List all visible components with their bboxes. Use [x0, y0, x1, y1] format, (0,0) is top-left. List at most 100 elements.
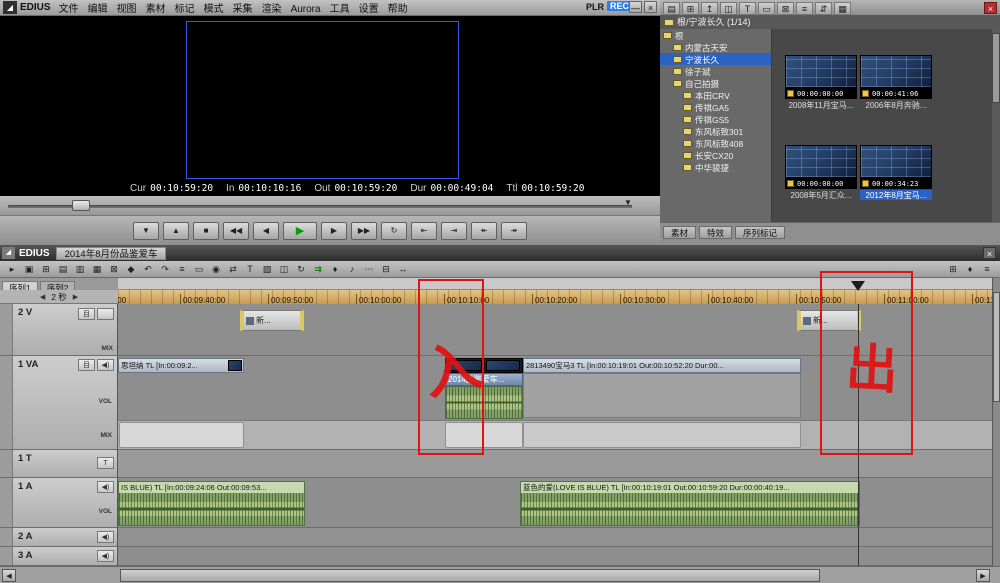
audio-enable-button[interactable]: ◀): [97, 531, 114, 543]
audio-enable-button[interactable]: ◀): [97, 359, 114, 371]
track-option-button[interactable]: [97, 308, 114, 320]
audio-enable-button[interactable]: ◀): [97, 550, 114, 562]
bin-tab[interactable]: 素材: [663, 226, 696, 239]
toolbar-icon[interactable]: ↔: [395, 263, 411, 276]
toolbar-icon[interactable]: ▦: [89, 263, 105, 276]
toolbar-icon[interactable]: ↥: [701, 2, 718, 15]
menu-item[interactable]: 采集: [233, 0, 253, 15]
menu-item[interactable]: 标记: [175, 0, 195, 15]
track-grip[interactable]: [0, 547, 13, 565]
bin-tab[interactable]: 特效: [699, 226, 732, 239]
track-header-1a[interactable]: 1 A ◀) VOL: [0, 478, 118, 528]
toolbar-icon[interactable]: ▦: [834, 2, 851, 15]
toolbar-icon[interactable]: ≡: [979, 263, 995, 276]
track-header-3a[interactable]: 3 A ◀): [0, 547, 118, 566]
zoom-out-button[interactable]: ◀: [40, 293, 45, 301]
toolbar-icon[interactable]: ↶: [140, 263, 156, 276]
toolbar-icon[interactable]: ⇵: [815, 2, 832, 15]
goto-out-button[interactable]: ⇥: [441, 222, 467, 240]
toolbar-icon[interactable]: ▭: [758, 2, 775, 15]
timeline-hscrollbar[interactable]: ◀ ▶: [0, 566, 1000, 583]
menu-item[interactable]: 设置: [359, 0, 379, 15]
track-header-2v[interactable]: 2 V 目 MIX: [0, 304, 118, 356]
rewind-button[interactable]: ◀◀: [223, 222, 249, 240]
step-forward-button[interactable]: ▶: [321, 222, 347, 240]
video-clip-body[interactable]: [523, 373, 801, 418]
toolbar-icon[interactable]: ⋯: [361, 263, 377, 276]
mark-out-button[interactable]: ▲: [163, 222, 189, 240]
toolbar-icon[interactable]: ⇄: [225, 263, 241, 276]
toolbar-icon[interactable]: ◫: [720, 2, 737, 15]
menu-item[interactable]: 编辑: [88, 0, 108, 15]
zoom-in-button[interactable]: ▶: [73, 293, 78, 301]
video-clip[interactable]: 思坦纳 TL [In:00:09:2...: [118, 358, 244, 373]
scrollbar-thumb[interactable]: [993, 292, 1000, 402]
toolbar-icon[interactable]: ▸: [4, 263, 20, 276]
plr-button[interactable]: PLR: [586, 2, 604, 12]
2008年5月汇众...[interactable]: 00:00:00:00 2008年5月汇众...: [785, 145, 857, 200]
prev-edit-button[interactable]: ↞: [471, 222, 497, 240]
bin-scrollbar[interactable]: [992, 29, 1000, 222]
tree-item[interactable]: 徐子斌: [660, 65, 771, 77]
tree-item[interactable]: 内蒙古天安: [660, 41, 771, 53]
2012年8月宝马...[interactable]: 00:00:34:23 2012年8月宝马...: [860, 145, 932, 200]
menu-item[interactable]: 渲染: [262, 0, 282, 15]
mixer-band[interactable]: [119, 422, 244, 448]
mark-in-button[interactable]: ▼: [133, 222, 159, 240]
close-button[interactable]: ×: [984, 2, 997, 14]
seek-handle[interactable]: [72, 200, 90, 211]
title-clip[interactable]: 新...: [240, 310, 304, 331]
video-enable-button[interactable]: 目: [78, 308, 95, 320]
2006年8月奔驰...[interactable]: 00:00:41:06 2006年8月奔驰...: [860, 55, 932, 110]
step-back-button[interactable]: ◀: [253, 222, 279, 240]
tree-item[interactable]: 自己拍摄: [660, 77, 771, 89]
timeline-vscrollbar[interactable]: [992, 278, 1000, 566]
toolbar-icon[interactable]: ⊞: [945, 263, 961, 276]
track-grip[interactable]: [0, 478, 13, 527]
audio-clip[interactable]: IS BLUE) TL [In:00:09:24:06 Out:00:09:53…: [118, 481, 305, 526]
seek-bar[interactable]: ▼: [0, 196, 660, 216]
goto-in-button[interactable]: ⇤: [411, 222, 437, 240]
scroll-right-button[interactable]: ▶: [976, 569, 990, 582]
tree-item[interactable]: 传祺GS5: [660, 113, 771, 125]
toolbar-icon[interactable]: ♪: [344, 263, 360, 276]
toolbar-icon[interactable]: ⊞: [682, 2, 699, 15]
close-button[interactable]: ×: [644, 1, 657, 13]
minimize-button[interactable]: —: [629, 1, 642, 13]
loop-button[interactable]: ↻: [381, 222, 407, 240]
mixer-band[interactable]: [523, 422, 801, 448]
track-header-1t[interactable]: 1 T T: [0, 450, 118, 478]
track-lane-2a[interactable]: [118, 528, 992, 547]
toolbar-icon[interactable]: ≡: [796, 2, 813, 15]
title-track-button[interactable]: T: [97, 457, 114, 469]
toolbar-icon[interactable]: T: [739, 2, 756, 15]
fast-forward-button[interactable]: ▶▶: [351, 222, 377, 240]
toolbar-icon[interactable]: ≡: [174, 263, 190, 276]
tree-item[interactable]: 传祺GA5: [660, 101, 771, 113]
menu-item[interactable]: 视图: [117, 0, 137, 15]
tree-item[interactable]: 长安CX20: [660, 149, 771, 161]
scroll-left-button[interactable]: ◀: [2, 569, 16, 582]
toolbar-icon[interactable]: ◉: [208, 263, 224, 276]
track-lane-3a[interactable]: [118, 547, 992, 566]
toolbar-icon[interactable]: ↷: [157, 263, 173, 276]
scrollbar-thumb[interactable]: [992, 33, 1000, 103]
toolbar-icon[interactable]: ⊟: [378, 263, 394, 276]
toolbar-icon[interactable]: ⊠: [106, 263, 122, 276]
scrollbar-thumb[interactable]: [120, 569, 820, 582]
tree-item[interactable]: 东风标致301: [660, 125, 771, 137]
toolbar-icon[interactable]: T: [242, 263, 258, 276]
menu-item[interactable]: 模式: [204, 0, 224, 15]
menu-item[interactable]: 文件: [59, 0, 79, 15]
menu-item[interactable]: 帮助: [388, 0, 408, 15]
audio-clip[interactable]: 蓝色的爱(LOVE IS BLUE) TL [In:00:10:19:01 Ou…: [520, 481, 860, 526]
toolbar-icon[interactable]: ▭: [191, 263, 207, 276]
tree-item[interactable]: 东风标致408: [660, 137, 771, 149]
toolbar-icon[interactable]: ▤: [663, 2, 680, 15]
toolbar-icon[interactable]: ⊞: [38, 263, 54, 276]
stop-button[interactable]: ■: [193, 222, 219, 240]
toolbar-icon[interactable]: ▥: [72, 263, 88, 276]
audio-enable-button[interactable]: ◀): [97, 481, 114, 493]
track-grip[interactable]: [0, 304, 13, 355]
play-button[interactable]: ▶: [283, 222, 317, 240]
